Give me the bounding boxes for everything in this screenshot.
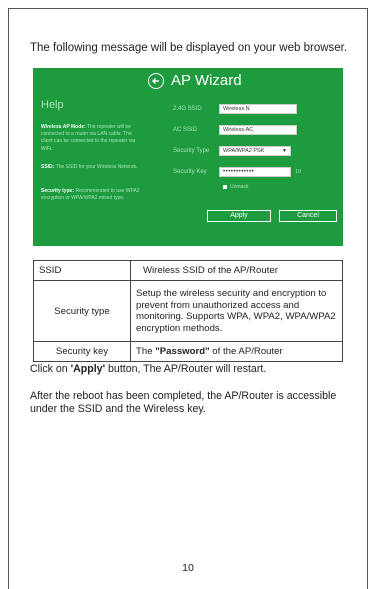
chevron-down-icon: ▼ (282, 148, 287, 154)
table-row: Security type Setup the wireless securit… (33, 280, 343, 342)
ap-wizard-screenshot: AP Wizard Help Wireless AP Mode: The rep… (33, 68, 343, 246)
apply-instruction: Click on 'Apply' button, The AP/Router w… (30, 363, 267, 375)
security-type-label: Security Type (173, 148, 210, 154)
cancel-button[interactable]: Cancel (279, 210, 337, 222)
key-length-count: 10 (295, 169, 302, 175)
ssid-24-field[interactable]: Wireless.N (219, 104, 297, 114)
ssid-ac-field[interactable]: Wireless.AC (219, 125, 297, 135)
table-term: SSID (33, 260, 131, 281)
ssid-24-label: 2.4G SSID (173, 106, 202, 112)
table-description: Setup the wireless security and encrypti… (130, 280, 343, 342)
help-title: Help (41, 99, 64, 111)
table-description: The "Password" of the AP/Router (130, 341, 343, 362)
security-type-select[interactable]: WPA/WPA2 PSK ▼ (219, 146, 291, 156)
unmask-checkbox[interactable]: Unmask (223, 184, 248, 190)
back-arrow-icon[interactable] (148, 73, 164, 89)
ssid-ac-label: AC SSID (173, 127, 198, 133)
table-term: Security key (33, 341, 131, 362)
page-number: 10 (182, 562, 194, 574)
reboot-note: After the reboot has been completed, the… (30, 390, 337, 416)
checkbox-icon (223, 184, 227, 189)
apply-button[interactable]: Apply (207, 210, 271, 222)
wizard-title: AP Wizard (171, 72, 242, 89)
help-text-ap-mode: Wireless AP Mode: The repeater will be c… (41, 124, 136, 152)
security-key-label: Security Key (173, 169, 207, 175)
help-text-security-type: Security type: Recommended to use WPA2 e… (41, 188, 140, 202)
security-key-field[interactable]: •••••••••••• (219, 167, 291, 177)
intro-text: The following message will be displayed … (30, 42, 348, 54)
settings-table: SSID Wireless SSID of the AP/Router Secu… (33, 260, 343, 362)
table-row: SSID Wireless SSID of the AP/Router (33, 260, 343, 281)
help-text-ssid: SSID: The SSID for your Wireless Network… (41, 164, 138, 170)
table-row: Security key The "Password" of the AP/Ro… (33, 341, 343, 362)
wizard-header: AP Wizard (33, 68, 343, 92)
table-description: Wireless SSID of the AP/Router (130, 260, 343, 281)
table-term: Security type (33, 280, 131, 342)
